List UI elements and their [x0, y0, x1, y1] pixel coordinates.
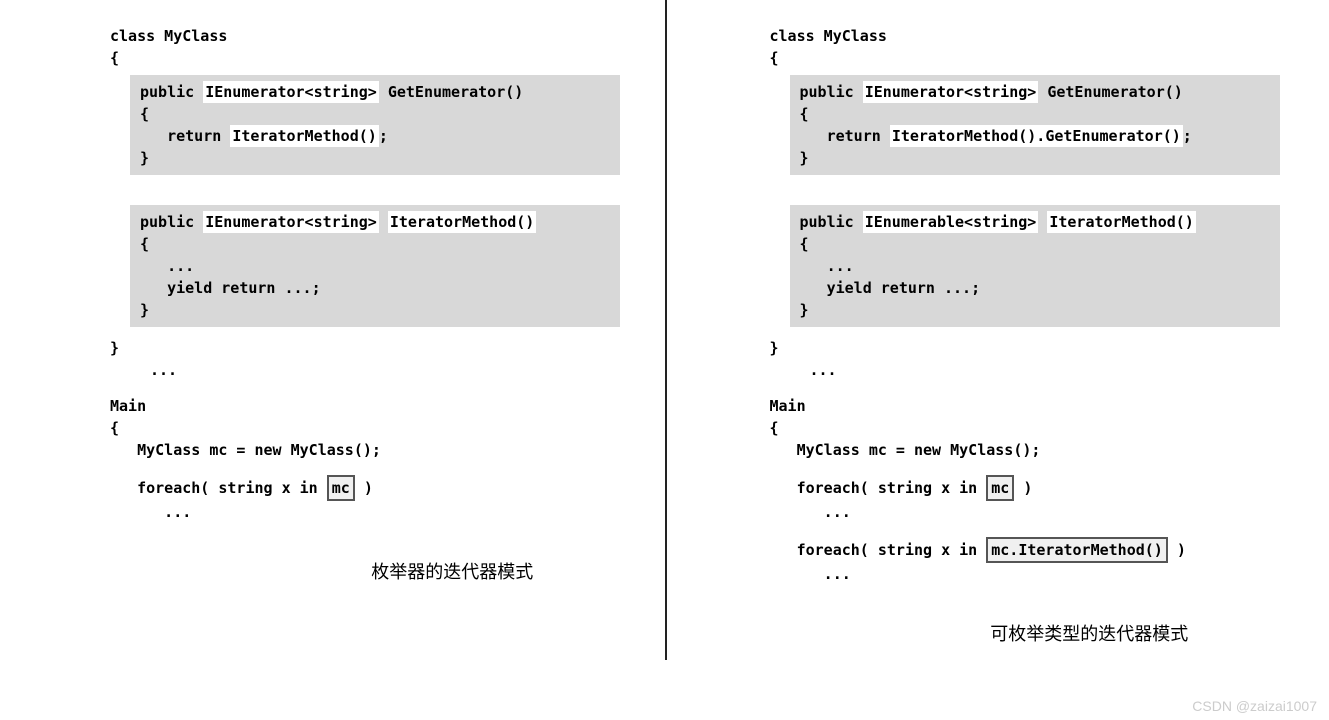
close: }	[140, 299, 610, 321]
main-dots: ...	[110, 501, 640, 523]
foreach2-box: mc.IteratorMethod()	[986, 537, 1168, 563]
foreach-pre: foreach( string x in	[770, 479, 987, 497]
open: {	[140, 233, 610, 255]
main-line1: MyClass mc = new MyClass();	[770, 439, 1300, 461]
foreach-line: foreach( string x in mc )	[110, 475, 640, 501]
foreach-pre: foreach( string x in	[110, 479, 327, 497]
sig-name-hl: IteratorMethod()	[388, 211, 537, 233]
open-brace: {	[770, 47, 1300, 69]
left-panel: class MyClass { public IEnumerator<strin…	[0, 0, 670, 720]
close-brace: }	[110, 337, 640, 359]
open: {	[140, 103, 610, 125]
open: {	[800, 103, 1270, 125]
comparison-container: class MyClass { public IEnumerator<strin…	[0, 0, 1329, 720]
main: Main	[110, 395, 640, 417]
watermark: CSDN @zaizai1007	[1192, 698, 1317, 714]
sig-line: public IEnumerable<string> IteratorMetho…	[800, 211, 1270, 233]
sig-gap	[1038, 213, 1047, 231]
ret-highlight: IteratorMethod()	[230, 125, 379, 147]
sig-highlight: IEnumerator<string>	[863, 81, 1039, 103]
close: }	[800, 147, 1270, 169]
left-caption: 枚举器的迭代器模式	[110, 558, 640, 584]
main-block: Main { MyClass mc = new MyClass(); forea…	[110, 395, 640, 523]
body2: yield return ...;	[140, 277, 610, 299]
return-line: return IteratorMethod().GetEnumerator();	[800, 125, 1270, 147]
foreach2-post: )	[1168, 541, 1186, 559]
foreach-box: mc	[327, 475, 355, 501]
method-box-2: public IEnumerable<string> IteratorMetho…	[790, 205, 1280, 327]
main-dots: ...	[770, 501, 1300, 523]
foreach2-line: foreach( string x in mc.IteratorMethod()…	[770, 537, 1300, 563]
close: }	[800, 299, 1270, 321]
main-open: {	[770, 417, 1300, 439]
foreach2-pre: foreach( string x in	[770, 541, 987, 559]
class-decl: class MyClass	[770, 25, 1300, 47]
foreach-post: )	[355, 479, 373, 497]
right-caption: 可枚举类型的迭代器模式	[770, 620, 1300, 646]
main-dots2: ...	[770, 563, 1300, 585]
main-open: {	[110, 417, 640, 439]
ret-highlight: IteratorMethod().GetEnumerator()	[890, 125, 1183, 147]
open-brace: {	[110, 47, 640, 69]
close-brace: }	[770, 337, 1300, 359]
spacer	[770, 185, 1300, 199]
sig-name-hl: IteratorMethod()	[1047, 211, 1196, 233]
sig-public: public	[800, 213, 863, 231]
sig-highlight: IEnumerator<string>	[203, 211, 379, 233]
spacer	[110, 185, 640, 199]
sig-line: public IEnumerator<string> GetEnumerator…	[800, 81, 1270, 103]
spacer	[110, 461, 640, 475]
ret-pre: return	[140, 127, 230, 145]
class-decl: class MyClass	[110, 25, 640, 47]
method-box-1: public IEnumerator<string> GetEnumerator…	[790, 75, 1280, 175]
main-line1: MyClass mc = new MyClass();	[110, 439, 640, 461]
method-box-2: public IEnumerator<string> IteratorMetho…	[130, 205, 620, 327]
dots: ...	[770, 359, 1300, 381]
close: }	[140, 147, 610, 169]
main: Main	[770, 395, 1300, 417]
body1: ...	[800, 255, 1270, 277]
sig-gap	[379, 213, 388, 231]
sig-line: public IEnumerator<string> IteratorMetho…	[140, 211, 610, 233]
sig-highlight: IEnumerable<string>	[863, 211, 1039, 233]
body1: ...	[140, 255, 610, 277]
sig-public: public	[140, 213, 203, 231]
return-line: return IteratorMethod();	[140, 125, 610, 147]
ret-post: ;	[379, 127, 388, 145]
ret-post: ;	[1183, 127, 1192, 145]
foreach-line: foreach( string x in mc )	[770, 475, 1300, 501]
sig-name: GetEnumerator()	[379, 83, 524, 101]
sig-line: public IEnumerator<string> GetEnumerator…	[140, 81, 610, 103]
main-block: Main { MyClass mc = new MyClass(); forea…	[770, 395, 1300, 585]
sig-public: public	[140, 83, 203, 101]
method-box-1: public IEnumerator<string> GetEnumerator…	[130, 75, 620, 175]
sig-highlight: IEnumerator<string>	[203, 81, 379, 103]
sig-name: GetEnumerator()	[1038, 83, 1183, 101]
spacer	[770, 523, 1300, 537]
right-panel: class MyClass { public IEnumerator<strin…	[670, 0, 1329, 720]
sig-public: public	[800, 83, 863, 101]
body2: yield return ...;	[800, 277, 1270, 299]
open: {	[800, 233, 1270, 255]
foreach-box: mc	[986, 475, 1014, 501]
foreach-post: )	[1014, 479, 1032, 497]
dots: ...	[110, 359, 640, 381]
spacer	[770, 461, 1300, 475]
ret-pre: return	[800, 127, 890, 145]
